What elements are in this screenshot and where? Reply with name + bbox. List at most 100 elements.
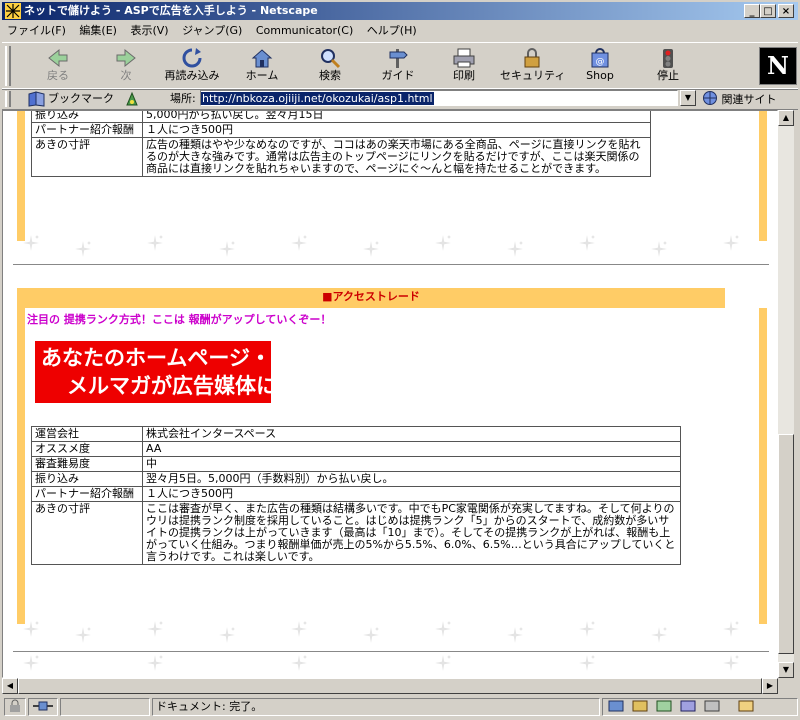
url-text: http://nbkoza.ojiiji.net/okozukai/asp1.h… [201, 92, 434, 105]
menu-go[interactable]: ジャンプ(G) [177, 21, 247, 40]
close-button[interactable]: × [778, 4, 794, 18]
status-bar: ドキュメント: 完了。 [2, 696, 798, 718]
banner-line2: メルマガが広告媒体に！ [67, 374, 298, 398]
lock-icon [524, 48, 540, 68]
scroll-down-button[interactable]: ▼ [778, 662, 794, 678]
related-sites-label: 関連サイト [721, 93, 777, 106]
forward-button[interactable]: 次 [94, 45, 158, 87]
table-row: あきの寸評 広告の種類はやや少なめなのですが、ココはあの楽天市場にある全商品、ペ… [31, 137, 651, 177]
back-arrow-icon [48, 48, 68, 68]
section2-left-bar [17, 308, 25, 624]
guide-button[interactable]: ガイド [366, 45, 430, 87]
section2-table: 運営会社 株式会社インタースペース オススメ度 AA 審査難易度 中 振り込み … [31, 426, 681, 565]
guide-label: ガイド [381, 69, 415, 82]
related-sites-icon [703, 91, 717, 105]
horizontal-scroll-thumb[interactable] [18, 678, 762, 694]
table-value: 株式会社インタースペース [142, 426, 681, 442]
table-key: 運営会社 [31, 426, 143, 442]
scroll-left-button[interactable]: ◀ [2, 678, 18, 694]
forward-label: 次 [120, 69, 132, 82]
table-value: 広告の種類はやや少なめなのですが、ココはあの楽天市場にある全商品、ページに直接リ… [142, 137, 651, 177]
menu-bar: ファイル(F) 編集(E) 表示(V) ジャンプ(G) Communicator… [2, 21, 798, 40]
progress-cell [60, 698, 150, 716]
sparkles-row3 [23, 655, 739, 671]
url-input[interactable]: http://nbkoza.ojiiji.net/okozukai/asp1.h… [200, 90, 678, 106]
scroll-right-button[interactable]: ▶ [762, 678, 778, 694]
lock-status-icon [10, 699, 20, 712]
related-sites-button[interactable]: 関連サイト [702, 90, 777, 108]
security-button[interactable]: セキュリティ [500, 45, 566, 87]
connection-icon [33, 701, 53, 711]
section-divider [13, 264, 769, 266]
table-key: あきの寸評 [31, 501, 143, 565]
table-value: ここは審査が早く、また広告の種類は結構多いです。中でもPC家電関係が充実してます… [142, 501, 681, 565]
ad-banner[interactable]: あなたのホームページ・ メルマガが広告媒体に！ [35, 341, 298, 403]
menu-communicator[interactable]: Communicator(C) [251, 21, 358, 40]
banner-line1: あなたのホームページ・ [41, 346, 271, 370]
bookmarks-icon [28, 91, 45, 107]
search-label: 検索 [319, 69, 341, 82]
netscape-logo[interactable]: N [759, 47, 797, 85]
maximize-button[interactable]: □ [760, 4, 776, 18]
toolbar-grip[interactable] [5, 46, 11, 86]
horizontal-scrollbar[interactable]: ◀ ▶ [2, 678, 778, 694]
stop-button[interactable]: 停止 [636, 45, 700, 87]
section1-left-bar [17, 111, 25, 241]
page-background: 振り込み 5,000円から払い戻し。翌々月15日 パートナー紹介報酬 １人につき… [3, 111, 777, 677]
table-value: 翌々月5日。5,000円（手数料別）から払い戻し。 [142, 471, 681, 487]
home-button[interactable]: ホーム [230, 45, 294, 87]
security-status-cell[interactable] [4, 698, 26, 716]
section1-right-bar [759, 111, 767, 241]
scroll-up-button[interactable]: ▲ [778, 110, 794, 126]
menu-file[interactable]: ファイル(F) [2, 21, 71, 40]
page-viewport[interactable]: 振り込み 5,000円から払い戻し。翌々月15日 パートナー紹介報酬 １人につき… [2, 110, 778, 678]
status-text: ドキュメント: 完了。 [152, 698, 600, 716]
section2-catchphrase: 注目の 提携ランク方式！ここは 報酬がアップしていくぞー！ [27, 313, 332, 326]
security-label: セキュリティ [500, 69, 566, 82]
stop-label: 停止 [657, 69, 679, 82]
minimize-button[interactable]: _ [744, 4, 760, 18]
menu-help[interactable]: ヘルプ(H) [362, 21, 422, 40]
location-label: 場所: [170, 92, 196, 105]
table-row: 振り込み 翌々月5日。5,000円（手数料別）から払い戻し。 [31, 471, 681, 487]
component-bar-icons[interactable] [607, 699, 793, 713]
menu-view[interactable]: 表示(V) [125, 21, 173, 40]
back-button[interactable]: 戻る [26, 45, 90, 87]
table-row: 振り込み 5,000円から払い戻し。翌々月15日 [31, 111, 651, 123]
reload-icon [182, 48, 202, 68]
back-label: 戻る [47, 69, 69, 82]
table-key: 審査難易度 [31, 456, 143, 472]
print-button[interactable]: 印刷 [432, 45, 496, 87]
vertical-scroll-thumb[interactable] [778, 434, 794, 654]
netscape-app-icon [5, 3, 21, 19]
scroll-corner [778, 678, 794, 694]
table-key: あきの寸評 [31, 137, 143, 177]
bookmarks-label: ブックマーク [48, 92, 114, 105]
reload-button[interactable]: 再読み込み [160, 45, 224, 87]
menu-edit[interactable]: 編集(E) [74, 21, 122, 40]
print-icon [453, 48, 475, 68]
section1-table: 振り込み 5,000円から払い戻し。翌々月15日 パートナー紹介報酬 １人につき… [31, 111, 651, 177]
search-button[interactable]: 検索 [298, 45, 362, 87]
component-bar [602, 698, 798, 716]
forward-arrow-icon [116, 48, 136, 68]
table-key: オススメ度 [31, 441, 143, 457]
table-row: パートナー紹介報酬 １人につき500円 [31, 122, 651, 138]
table-key: パートナー紹介報酬 [31, 486, 143, 502]
location-grip[interactable] [5, 91, 11, 107]
reload-label: 再読み込み [164, 69, 220, 82]
title-bar[interactable]: ネットで儲けよう - ASPで広告を入手しよう - Netscape _ □ × [2, 2, 798, 20]
table-value: １人につき500円 [142, 486, 681, 502]
vertical-scrollbar[interactable]: ▲ ▼ [778, 110, 794, 678]
table-key: 振り込み [31, 471, 143, 487]
shop-button[interactable]: @ Shop [568, 45, 632, 87]
sparkles-row2 [23, 621, 739, 643]
url-dropdown-button[interactable]: ▼ [680, 90, 696, 106]
table-row: 運営会社 株式会社インタースペース [31, 426, 681, 442]
location-bar: ブックマーク 場所: http://nbkoza.ojiiji.net/okoz… [2, 88, 798, 110]
connection-status-cell [28, 698, 58, 716]
table-row: オススメ度 AA [31, 441, 681, 457]
stop-icon [663, 49, 673, 68]
page-proxy-icon[interactable] [124, 91, 140, 107]
navigation-toolbar: 戻る 次 再読み込み ホーム 検索 ガイド 印刷 セキュリティ @ Shop 停… [2, 42, 798, 90]
